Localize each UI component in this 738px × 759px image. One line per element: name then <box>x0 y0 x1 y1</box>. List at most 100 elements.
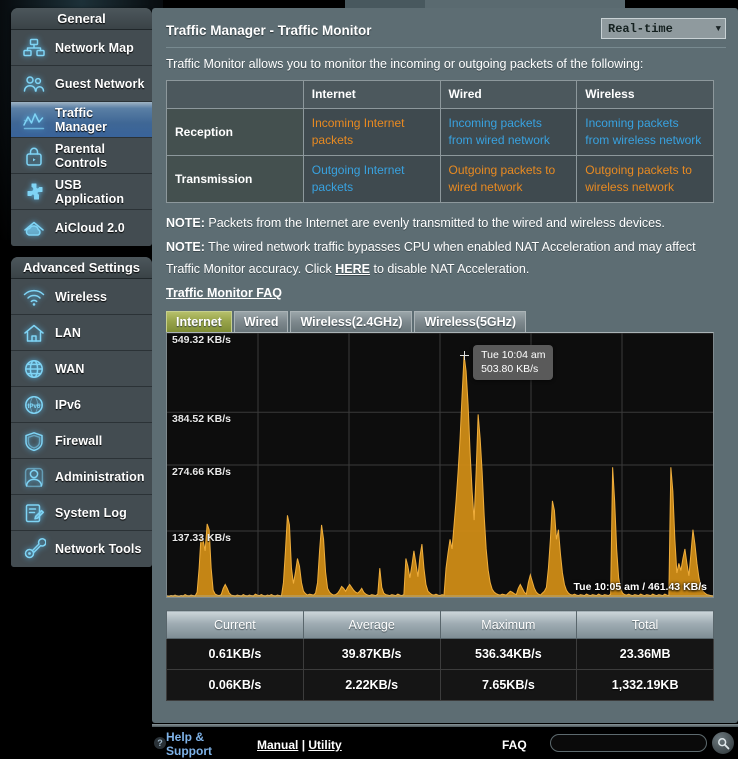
sidebar-item-label: LAN <box>55 325 81 340</box>
description-table: Internet Wired Wireless Reception Incomi… <box>166 80 714 203</box>
sidebar-item-firewall[interactable]: Firewall <box>11 423 152 459</box>
sidebar-item-wireless[interactable]: Wireless <box>11 279 152 315</box>
globe-icon <box>19 356 49 382</box>
stats-col-current: Current <box>166 610 304 639</box>
tab-wireless-24[interactable]: Wireless(2.4GHz) <box>290 311 413 332</box>
footer: ? Help & Support Manual | Utility FAQ <box>152 724 738 759</box>
stats-reception-current: 0.61KB/s <box>166 638 304 670</box>
stats-col-maximum: Maximum <box>439 610 578 639</box>
desc-cell-reception-internet: Incoming Internet packets <box>302 108 441 156</box>
sidebar-item-lan[interactable]: LAN <box>11 315 152 351</box>
tab-internet[interactable]: Internet <box>166 311 232 332</box>
page-header: Traffic Manager - Traffic Monitor Real-t… <box>166 18 726 39</box>
footer-links: Manual | Utility <box>257 738 342 752</box>
desc-col-wired: Wired <box>439 80 578 109</box>
desc-col-internet: Internet <box>302 80 441 109</box>
sidebar-item-label: AiCloud 2.0 <box>55 221 125 235</box>
ipv6-icon: IPv6 <box>19 392 49 418</box>
sidebar-item-label: Parental Controls <box>55 141 108 170</box>
traffic-chart-canvas <box>167 333 713 597</box>
sidebar-item-aicloud-2-0[interactable]: AiCloud 2.0 <box>11 210 152 246</box>
stats-transmission-current: 0.06KB/s <box>166 669 304 701</box>
lock-icon <box>19 143 49 169</box>
sidebar-item-label: IPv6 <box>55 397 82 412</box>
table-row: 0.06KB/s 2.22KB/s 7.65KB/s 1,332.19KB <box>166 669 714 701</box>
search-button[interactable] <box>712 732 734 754</box>
home-icon <box>19 320 49 346</box>
note-1-prefix: NOTE: <box>166 216 205 230</box>
sidebar-item-guest-network[interactable]: Guest Network <box>11 66 152 102</box>
traffic-manager-icon <box>19 107 49 133</box>
stats-reception-maximum: 536.34KB/s <box>439 638 578 670</box>
sidebar-item-label: Guest Network <box>55 76 145 91</box>
stats-col-total: Total <box>576 610 714 639</box>
sidebar-item-label: System Log <box>55 505 127 520</box>
note-1: NOTE: Packets from the Internet are even… <box>166 212 726 234</box>
nat-acceleration-link[interactable]: HERE <box>335 262 370 276</box>
sidebar-item-label: Network Tools <box>55 542 142 556</box>
footer-divider <box>152 724 738 727</box>
help-icon: ? <box>154 737 166 749</box>
desc-cell-transmission-internet: Outgoing Internet packets <box>302 155 441 203</box>
note-2: NOTE: The wired network traffic bypasses… <box>166 236 726 280</box>
shield-icon <box>19 428 49 454</box>
traffic-monitor-faq-link[interactable]: Traffic Monitor FAQ <box>166 286 282 300</box>
log-icon <box>19 500 49 526</box>
sidebar-item-network-tools[interactable]: Network Tools <box>11 531 152 567</box>
help-support-line2: Support <box>166 744 212 758</box>
sidebar-item-traffic-manager[interactable]: Traffic Manager <box>11 102 152 138</box>
desc-cell-reception-wireless: Incoming packets from wireless network <box>576 108 714 156</box>
description-table-header-row: Internet Wired Wireless <box>166 80 714 109</box>
desc-col-wireless: Wireless <box>576 80 714 109</box>
utility-link[interactable]: Utility <box>308 738 341 752</box>
stats-table: Current Average Maximum Total 0.61KB/s 3… <box>166 610 714 701</box>
sidebar-item-system-log[interactable]: System Log <box>11 495 152 531</box>
stats-col-average: Average <box>302 610 441 639</box>
stats-transmission-maximum: 7.65KB/s <box>439 669 578 701</box>
stats-header-row: Current Average Maximum Total <box>166 610 714 639</box>
sidebar-item-label: Administration <box>55 469 145 484</box>
help-support-label: Help & Support <box>166 730 212 758</box>
tab-wireless-5[interactable]: Wireless(5GHz) <box>414 311 527 332</box>
user-icon <box>19 464 49 490</box>
sidebar-item-usb-application[interactable]: USB Application <box>11 174 152 210</box>
mode-select-value: Real-time <box>608 21 673 36</box>
main-panel: Traffic Manager - Traffic Monitor Real-t… <box>152 8 738 723</box>
sidebar-item-wan[interactable]: WAN <box>11 351 152 387</box>
chart-tabs: Internet Wired Wireless(2.4GHz) Wireless… <box>166 311 726 332</box>
sidebar-item-label: WAN <box>55 361 85 376</box>
puzzle-icon <box>19 179 49 205</box>
help-support-line1: Help & <box>166 730 205 744</box>
traffic-chart[interactable]: 549.32 KB/s 384.52 KB/s 274.66 KB/s 137.33 … <box>166 332 714 598</box>
desc-col-blank <box>166 80 304 109</box>
table-row: Transmission Outgoing Internet packets O… <box>166 155 714 203</box>
wifi-icon <box>19 284 49 310</box>
chevron-down-icon: ▼ <box>715 23 721 34</box>
stats-transmission-total: 1,332.19KB <box>576 669 714 701</box>
tab-wired[interactable]: Wired <box>233 311 289 332</box>
network-map-icon <box>19 35 49 61</box>
sidebar-group-general: General Network Map Guest Network Traffic … <box>11 8 152 246</box>
sidebar: General Network Map Guest Network Traffic … <box>0 0 163 759</box>
cloud-home-icon <box>19 215 49 241</box>
sidebar-item-network-map[interactable]: Network Map <box>11 30 152 66</box>
note-1-text: Packets from the Internet are evenly tra… <box>204 216 665 230</box>
mode-select[interactable]: Real-time ▼ <box>601 18 726 39</box>
desc-row-header-transmission: Transmission <box>166 155 304 203</box>
sidebar-group-advanced: Advanced Settings Wireless LAN WAN IPv6 IPv6… <box>11 257 152 567</box>
sidebar-item-label: Wireless <box>55 289 108 304</box>
sidebar-group-general-title: General <box>11 8 152 30</box>
faq-search-input[interactable] <box>550 734 707 752</box>
sidebar-item-administration[interactable]: Administration <box>11 459 152 495</box>
sidebar-item-ipv6[interactable]: IPv6 IPv6 <box>11 387 152 423</box>
intro-text: Traffic Monitor allows you to monitor th… <box>166 57 644 71</box>
table-row: Reception Incoming Internet packets Inco… <box>166 108 714 156</box>
manual-link[interactable]: Manual <box>257 738 298 752</box>
wrench-icon <box>19 536 49 562</box>
sidebar-item-label: Traffic Manager <box>55 105 108 134</box>
desc-cell-reception-wired: Incoming packets from wired network <box>439 108 578 156</box>
sidebar-item-parental-controls[interactable]: Parental Controls <box>11 138 152 174</box>
stats-reception-average: 39.87KB/s <box>302 638 441 670</box>
stats-transmission-average: 2.22KB/s <box>302 669 441 701</box>
desc-cell-transmission-wired: Outgoing packets to wired network <box>439 155 578 203</box>
